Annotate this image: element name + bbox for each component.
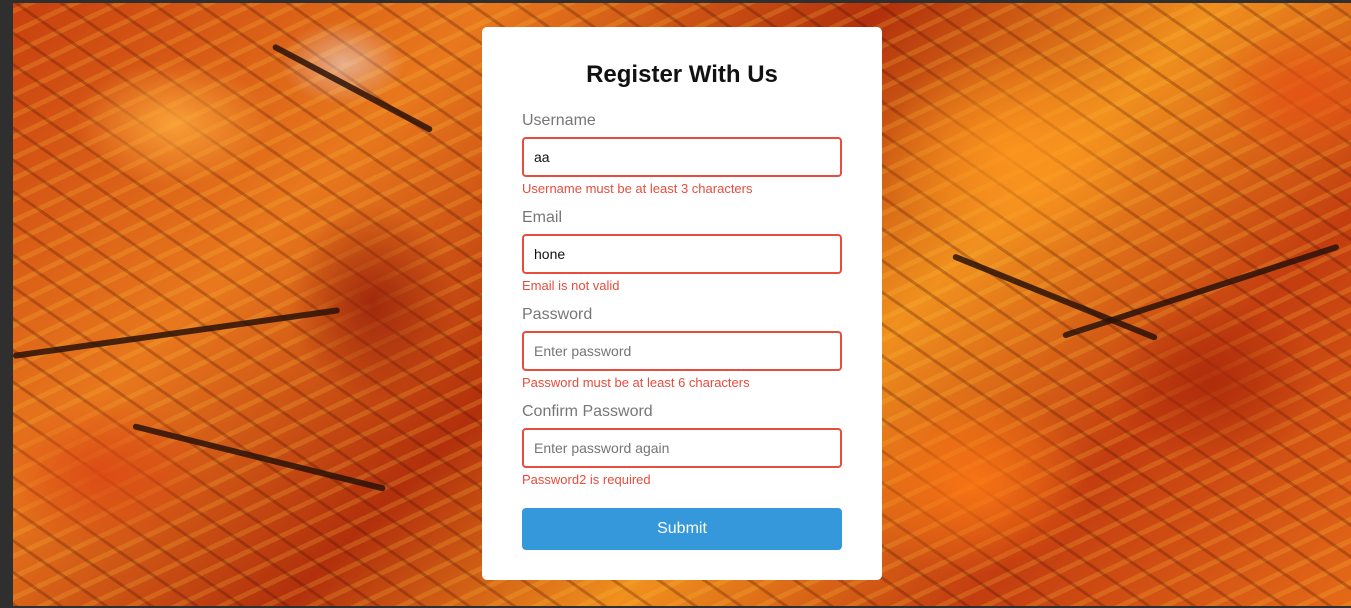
- branch-decoration: [271, 43, 434, 134]
- email-label: Email: [522, 209, 563, 226]
- submit-button[interactable]: Submit: [522, 508, 842, 550]
- email-input[interactable]: [522, 234, 842, 274]
- confirm-password-error: Password2 is required: [522, 472, 651, 487]
- page: Register With Us Username Username must …: [0, 0, 1351, 608]
- confirm-password-label: Confirm Password: [522, 403, 653, 420]
- form-title: Register With Us: [586, 61, 778, 88]
- branch-decoration: [132, 423, 387, 492]
- username-error: Username must be at least 3 characters: [522, 181, 753, 196]
- branch-decoration: [1062, 243, 1340, 339]
- password-label: Password: [522, 306, 593, 323]
- branch-decoration: [12, 307, 341, 359]
- confirm-password-group: Confirm Password Password2 is required: [522, 402, 842, 489]
- register-form: Register With Us Username Username must …: [482, 27, 882, 580]
- password-input[interactable]: [522, 331, 842, 371]
- username-input[interactable]: [522, 137, 842, 177]
- username-group: Username Username must be at least 3 cha…: [522, 111, 842, 198]
- username-label: Username: [522, 112, 596, 129]
- branch-decoration: [951, 253, 1159, 342]
- password-group: Password Password must be at least 6 cha…: [522, 305, 842, 392]
- email-group: Email Email is not valid: [522, 208, 842, 295]
- password-error: Password must be at least 6 characters: [522, 375, 750, 390]
- confirm-password-input[interactable]: [522, 428, 842, 468]
- email-error: Email is not valid: [522, 278, 620, 293]
